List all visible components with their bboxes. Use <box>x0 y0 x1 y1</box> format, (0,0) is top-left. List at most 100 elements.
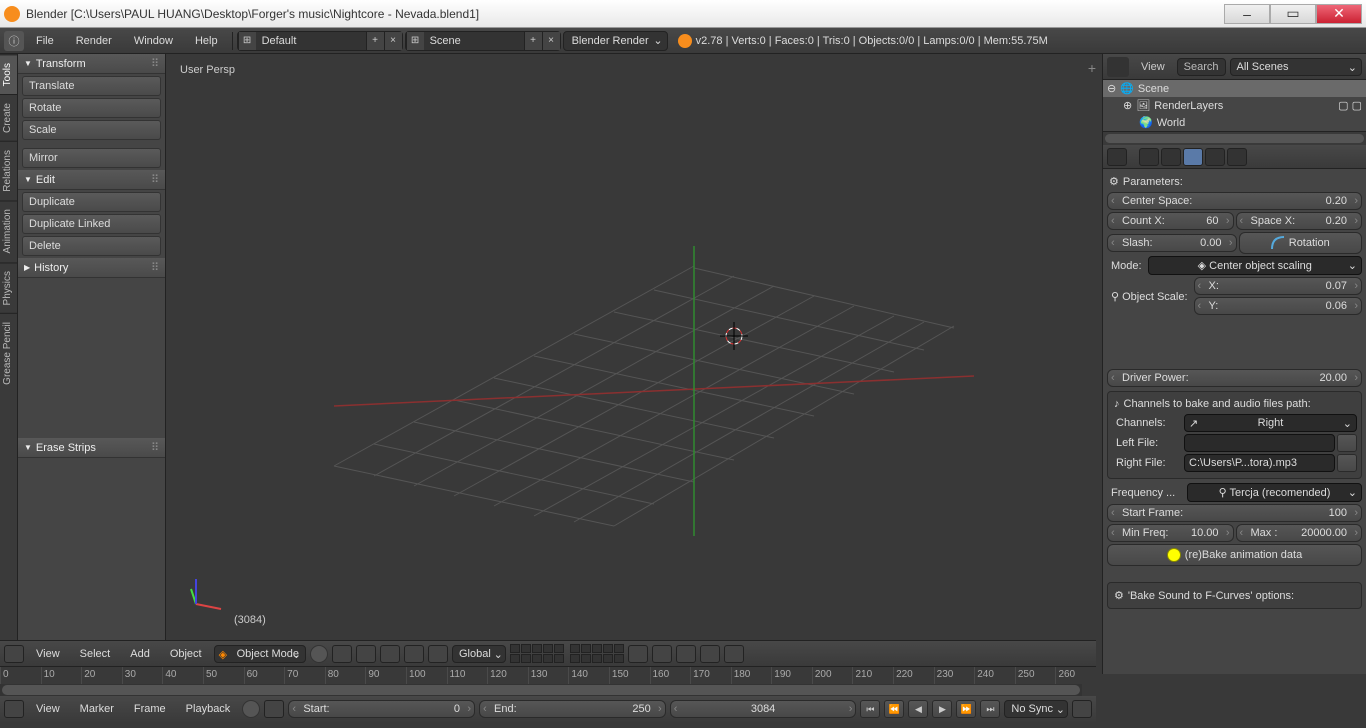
tab-physics[interactable]: Physics <box>0 262 17 313</box>
slash-field[interactable]: Slash:0.00 <box>1107 234 1237 252</box>
outliner-tree[interactable]: ⊖🌐Scene ⊕🖼RenderLayers▢ ▢ 🌍World <box>1103 80 1366 131</box>
object-menu[interactable]: Object <box>162 645 210 663</box>
scene-remove-icon[interactable]: × <box>542 32 560 50</box>
tab-render[interactable] <box>1139 148 1159 166</box>
jump-end-icon[interactable]: ⏭ <box>980 700 1000 718</box>
timeline-scrollbar[interactable] <box>0 684 1082 696</box>
panel-history-header[interactable]: History <box>18 258 165 278</box>
keyframe-type-icon[interactable] <box>264 700 284 718</box>
properties-toggle-icon[interactable]: + <box>1088 60 1096 76</box>
layout-browse-icon[interactable]: ⊞ <box>238 32 256 50</box>
snap-type-icon[interactable] <box>676 645 696 663</box>
scene-selector[interactable]: ⊞ + × <box>405 31 561 51</box>
render-anim-icon[interactable] <box>724 645 744 663</box>
minimize-button[interactable]: – <box>1224 4 1270 24</box>
lock-camera-icon[interactable] <box>628 645 648 663</box>
outliner-world-row[interactable]: 🌍World <box>1103 114 1366 131</box>
scene-name-input[interactable] <box>424 35 524 47</box>
tab-grease-pencil[interactable]: Grease Pencil <box>0 313 17 393</box>
menu-render[interactable]: Render <box>66 31 122 51</box>
menu-help[interactable]: Help <box>185 31 228 51</box>
sync-dropdown[interactable]: No Sync <box>1004 700 1068 718</box>
properties-editor-icon[interactable] <box>1107 148 1127 166</box>
right-file-browse-icon[interactable] <box>1337 454 1357 472</box>
outliner-editor-icon[interactable] <box>1107 57 1129 77</box>
pivot-icon[interactable] <box>332 645 352 663</box>
panel-transform-header[interactable]: Transform <box>18 54 165 74</box>
view-menu[interactable]: View <box>28 645 68 663</box>
timeline-frame-menu[interactable]: Frame <box>126 700 174 718</box>
start-frame-field[interactable]: Start:0 <box>288 700 475 718</box>
maximize-button[interactable]: ▭ <box>1270 4 1316 24</box>
rebake-button[interactable]: (re)Bake animation data <box>1107 544 1362 566</box>
end-frame-field[interactable]: End:250 <box>479 700 666 718</box>
scale-x-field[interactable]: X:0.07 <box>1194 277 1362 295</box>
outliner-scrollbar[interactable] <box>1103 131 1366 145</box>
snap-icon[interactable] <box>652 645 672 663</box>
space-x-field[interactable]: Space X:0.20 <box>1236 212 1363 230</box>
layout-name-input[interactable] <box>256 35 366 47</box>
menu-file[interactable]: File <box>26 31 64 51</box>
left-file-browse-icon[interactable] <box>1337 434 1357 452</box>
add-menu[interactable]: Add <box>122 645 158 663</box>
right-file-input[interactable]: C:\Users\P...tora).mp3 <box>1184 454 1335 472</box>
timeline-ruler[interactable]: 0102030405060708090100110120130140150160… <box>0 666 1096 696</box>
tab-tools[interactable]: Tools <box>0 54 17 94</box>
current-frame-field[interactable]: 3084 <box>670 700 857 718</box>
rotate-button[interactable]: Rotate <box>22 98 161 118</box>
layer-buttons[interactable] <box>510 644 624 663</box>
scale-button[interactable]: Scale <box>22 120 161 140</box>
scale-manipulator-icon[interactable] <box>428 645 448 663</box>
outliner-renderlayers-row[interactable]: ⊕🖼RenderLayers▢ ▢ <box>1103 97 1366 114</box>
panel-edit-header[interactable]: Edit <box>18 170 165 190</box>
play-icon[interactable]: ▶ <box>932 700 952 718</box>
rotation-button[interactable]: Rotation <box>1239 232 1363 254</box>
mode-dropdown[interactable]: Object Mode <box>214 645 306 663</box>
outliner-view-menu[interactable]: View <box>1133 61 1173 73</box>
auto-keyframe-icon[interactable] <box>242 700 260 718</box>
3dview-editor-icon[interactable] <box>4 645 24 663</box>
shading-mode-icon[interactable] <box>310 645 328 663</box>
rotate-manipulator-icon[interactable] <box>404 645 424 663</box>
tab-object[interactable] <box>1227 148 1247 166</box>
layout-add-icon[interactable]: + <box>366 32 384 50</box>
audio-scrub-icon[interactable] <box>1072 700 1092 718</box>
count-x-field[interactable]: Count X:60 <box>1107 212 1234 230</box>
info-editor-icon[interactable]: ⓘ <box>4 31 24 51</box>
outliner-scene-row[interactable]: ⊖🌐Scene <box>1103 80 1366 97</box>
delete-button[interactable]: Delete <box>22 236 161 256</box>
scene-browse-icon[interactable]: ⊞ <box>406 32 424 50</box>
tab-create[interactable]: Create <box>0 94 17 141</box>
tab-renderlayers[interactable] <box>1161 148 1181 166</box>
manipulator-icon[interactable] <box>356 645 376 663</box>
duplicate-button[interactable]: Duplicate <box>22 192 161 212</box>
keyframe-prev-icon[interactable]: ⏪ <box>884 700 904 718</box>
outliner-search[interactable]: Search <box>1177 58 1226 76</box>
timeline-view-menu[interactable]: View <box>28 700 68 718</box>
min-freq-field[interactable]: Min Freq:10.00 <box>1107 524 1234 542</box>
render-engine-dropdown[interactable]: Blender Render <box>563 31 668 51</box>
scene-add-icon[interactable]: + <box>524 32 542 50</box>
mode-dropdown[interactable]: ◈ Center object scaling <box>1148 256 1362 275</box>
timeline-marker-menu[interactable]: Marker <box>72 700 122 718</box>
mirror-button[interactable]: Mirror <box>22 148 161 168</box>
scale-y-field[interactable]: Y:0.06 <box>1194 297 1362 315</box>
center-space-field[interactable]: Center Space:0.20 <box>1107 192 1362 210</box>
keyframe-next-icon[interactable]: ⏩ <box>956 700 976 718</box>
orientation-dropdown[interactable]: Global <box>452 645 506 663</box>
max-freq-field[interactable]: Max :20000.00 <box>1236 524 1363 542</box>
close-button[interactable]: ✕ <box>1316 4 1362 24</box>
tab-animation[interactable]: Animation <box>0 200 17 261</box>
translate-manipulator-icon[interactable] <box>380 645 400 663</box>
play-reverse-icon[interactable]: ◀ <box>908 700 928 718</box>
menu-window[interactable]: Window <box>124 31 183 51</box>
jump-start-icon[interactable]: ⏮ <box>860 700 880 718</box>
render-preview-icon[interactable] <box>700 645 720 663</box>
frequency-dropdown[interactable]: ⚲ Tercja (recomended) <box>1187 483 1362 502</box>
layout-remove-icon[interactable]: × <box>384 32 402 50</box>
select-menu[interactable]: Select <box>72 645 119 663</box>
timeline-playback-menu[interactable]: Playback <box>178 700 239 718</box>
duplicate-linked-button[interactable]: Duplicate Linked <box>22 214 161 234</box>
outliner-filter-dropdown[interactable]: All Scenes <box>1230 58 1362 76</box>
tab-relations[interactable]: Relations <box>0 141 17 200</box>
